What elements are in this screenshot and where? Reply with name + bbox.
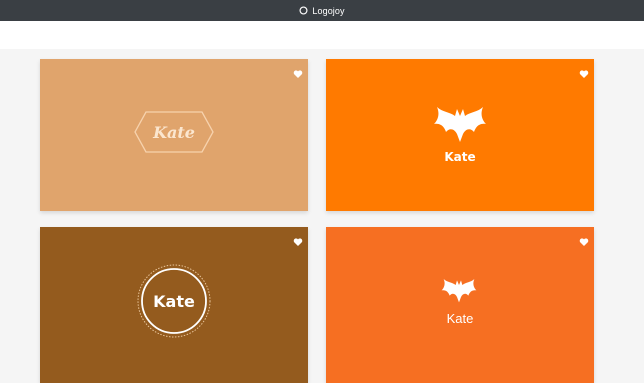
brand-name[interactable]: Logojoy: [312, 6, 344, 16]
heart-icon[interactable]: [579, 232, 589, 246]
logo-grid: Kate Kate Kate Kate: [0, 49, 644, 383]
circle-badge: Kate: [136, 263, 212, 339]
logojoy-logo-icon: [299, 6, 308, 15]
heart-icon[interactable]: [293, 232, 303, 246]
sub-header: [0, 21, 644, 49]
bat-icon: [441, 277, 477, 305]
logo-name-text: Kate: [446, 311, 474, 326]
logo-name-text: Kate: [153, 122, 195, 142]
logo-name-text: Kate: [444, 150, 476, 164]
logo-card[interactable]: Kate: [40, 227, 308, 383]
heart-icon[interactable]: [293, 64, 303, 78]
logo-card[interactable]: Kate: [326, 227, 594, 383]
hexagon-badge: Kate: [134, 106, 214, 158]
logo-name-text: Kate: [153, 291, 195, 311]
bat-icon: [434, 104, 486, 146]
heart-icon[interactable]: [579, 64, 589, 78]
top-bar: Logojoy: [0, 0, 644, 21]
logo-card[interactable]: Kate: [326, 59, 594, 211]
logo-card[interactable]: Kate: [40, 59, 308, 211]
